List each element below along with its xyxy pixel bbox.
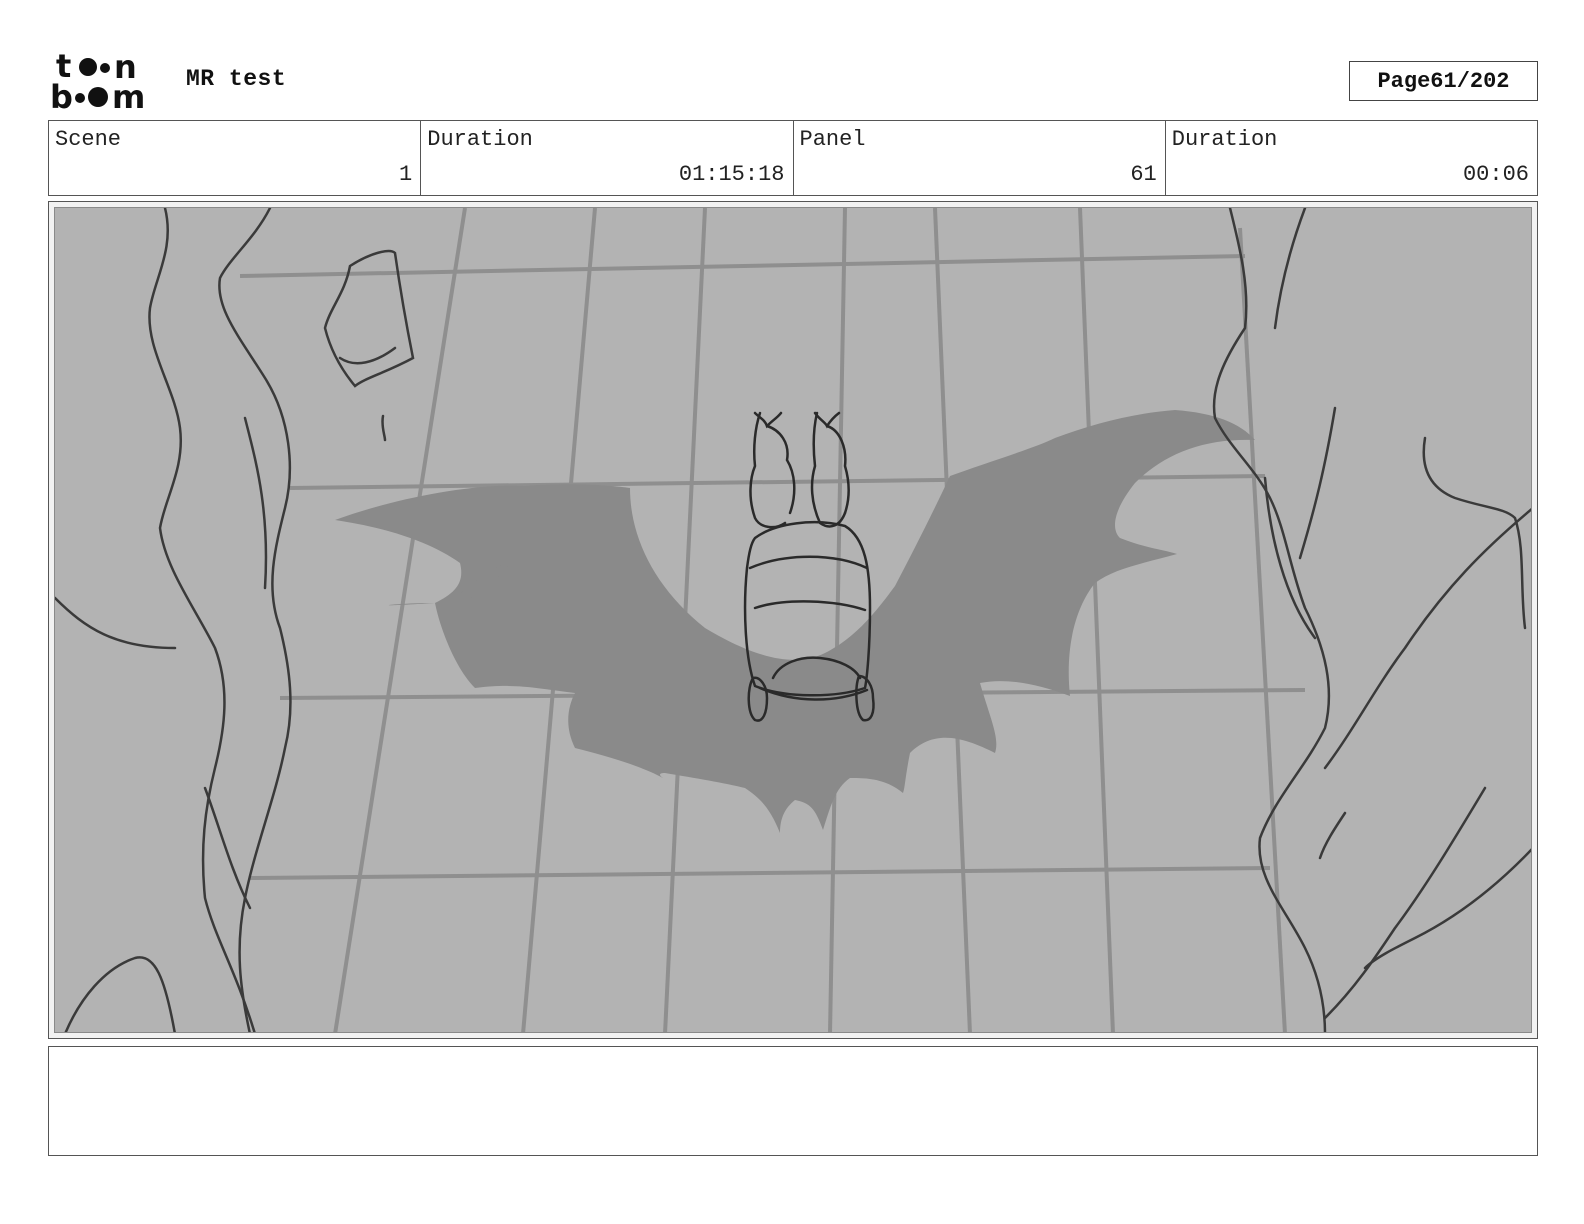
bat-shadow [335, 410, 1255, 833]
svg-text:m: m [112, 78, 145, 112]
page-label: Page [1377, 68, 1431, 94]
panel-value: 61 [1130, 162, 1157, 187]
panel-duration-label: Duration [1171, 127, 1278, 152]
scene-cell: Scene 1 [49, 121, 422, 195]
scene-value: 1 [399, 162, 413, 187]
panel-duration-cell: Duration 00:06 [1166, 121, 1537, 195]
floor-grid [239, 208, 1306, 1032]
panel-label: Panel [799, 127, 866, 152]
notes-box[interactable] [48, 1046, 1538, 1156]
storyboard-frame [48, 201, 1538, 1039]
panel-cell: Panel 61 [794, 121, 1166, 195]
svg-text:b: b [50, 78, 73, 112]
page-indicator: Page 61/202 [1349, 61, 1538, 101]
panel-info-row: Scene 1 Duration 01:15:18 Panel 61 Durat… [48, 120, 1538, 196]
panel-duration-value: 00:06 [1462, 162, 1529, 187]
small-rock [323, 249, 415, 442]
left-rock-wall [55, 208, 292, 1032]
project-title: MR test [186, 66, 287, 92]
toonboom-logo: t n b m [50, 50, 145, 112]
page-number: 61/202 [1430, 68, 1510, 94]
panel-drawing [54, 207, 1532, 1033]
sketch-drawing [55, 208, 1531, 1032]
scene-duration-value: 01:15:18 [678, 162, 785, 187]
scene-duration-cell: Duration 01:15:18 [421, 121, 794, 195]
scene-duration-label: Duration [427, 127, 533, 152]
scene-label: Scene [55, 127, 122, 152]
